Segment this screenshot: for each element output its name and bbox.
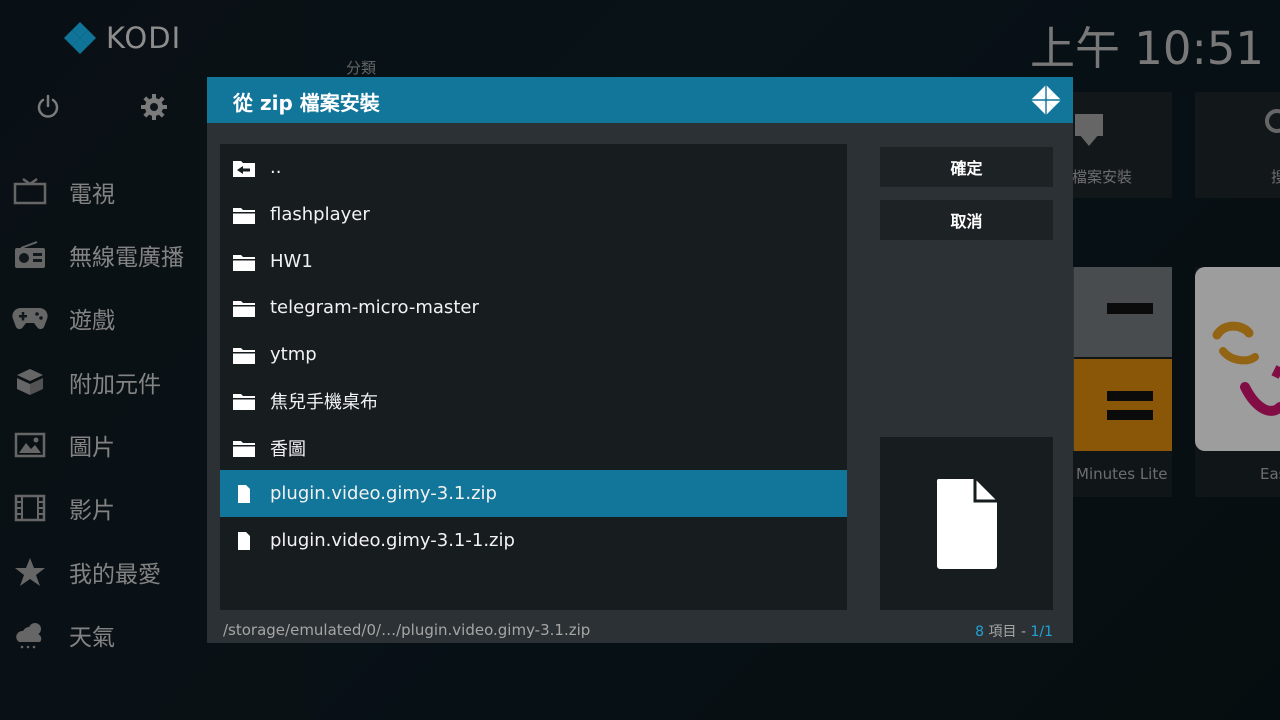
list-item[interactable]: plugin.video.gimy-3.1-1.zip: [220, 517, 847, 564]
folder-icon: [232, 204, 256, 226]
file-list[interactable]: .. flashplayer HW1 telegram-micro-master…: [220, 144, 847, 610]
item-count-label: 項目: [988, 624, 1017, 640]
list-item-label: 焦兒手機桌布: [270, 391, 378, 413]
list-item[interactable]: ytmp: [220, 331, 847, 378]
current-path: /storage/emulated/0/…/plugin.video.gimy-…: [223, 621, 591, 639]
list-item-label: flashplayer: [270, 204, 370, 225]
list-item[interactable]: 香圖: [220, 424, 847, 471]
folder-back-icon: [232, 157, 256, 179]
folder-icon: [232, 437, 256, 459]
list-item-parent[interactable]: ..: [220, 144, 847, 191]
file-icon: [232, 530, 256, 552]
list-item-label: telegram-micro-master: [270, 297, 479, 318]
folder-icon: [232, 390, 256, 412]
item-count: 8 項目 - 1/1: [975, 621, 1053, 641]
list-item[interactable]: HW1: [220, 238, 847, 285]
list-item-label: plugin.video.gimy-3.1.zip: [270, 483, 497, 504]
list-item-label: plugin.video.gimy-3.1-1.zip: [270, 530, 515, 551]
kodi-logo-icon: [1030, 84, 1062, 116]
dialog-header: 從 zip 檔案安裝: [207, 77, 1073, 123]
list-item[interactable]: telegram-micro-master: [220, 284, 847, 331]
install-from-zip-dialog: 從 zip 檔案安裝 .. flashplayer HW1 telegram-m…: [207, 77, 1073, 643]
confirm-button[interactable]: 確定: [880, 147, 1053, 187]
cancel-button[interactable]: 取消: [880, 200, 1053, 240]
list-item[interactable]: 焦兒手機桌布: [220, 377, 847, 424]
list-item-selected[interactable]: plugin.video.gimy-3.1.zip: [220, 470, 847, 517]
list-item-label: HW1: [270, 251, 313, 272]
list-item-label: ytmp: [270, 344, 317, 365]
file-icon: [936, 478, 997, 569]
page-indicator: 1/1: [1030, 624, 1053, 640]
file-preview: [880, 437, 1053, 610]
item-count-separator: -: [1020, 624, 1027, 640]
list-item-label: 香圖: [270, 438, 306, 460]
list-item-label: ..: [270, 157, 282, 178]
folder-icon: [232, 344, 256, 366]
folder-icon: [232, 297, 256, 319]
file-icon: [232, 483, 256, 505]
list-item[interactable]: flashplayer: [220, 191, 847, 238]
folder-icon: [232, 251, 256, 273]
item-count-value: 8: [975, 624, 985, 640]
dialog-title: 從 zip 檔案安裝: [233, 91, 380, 115]
